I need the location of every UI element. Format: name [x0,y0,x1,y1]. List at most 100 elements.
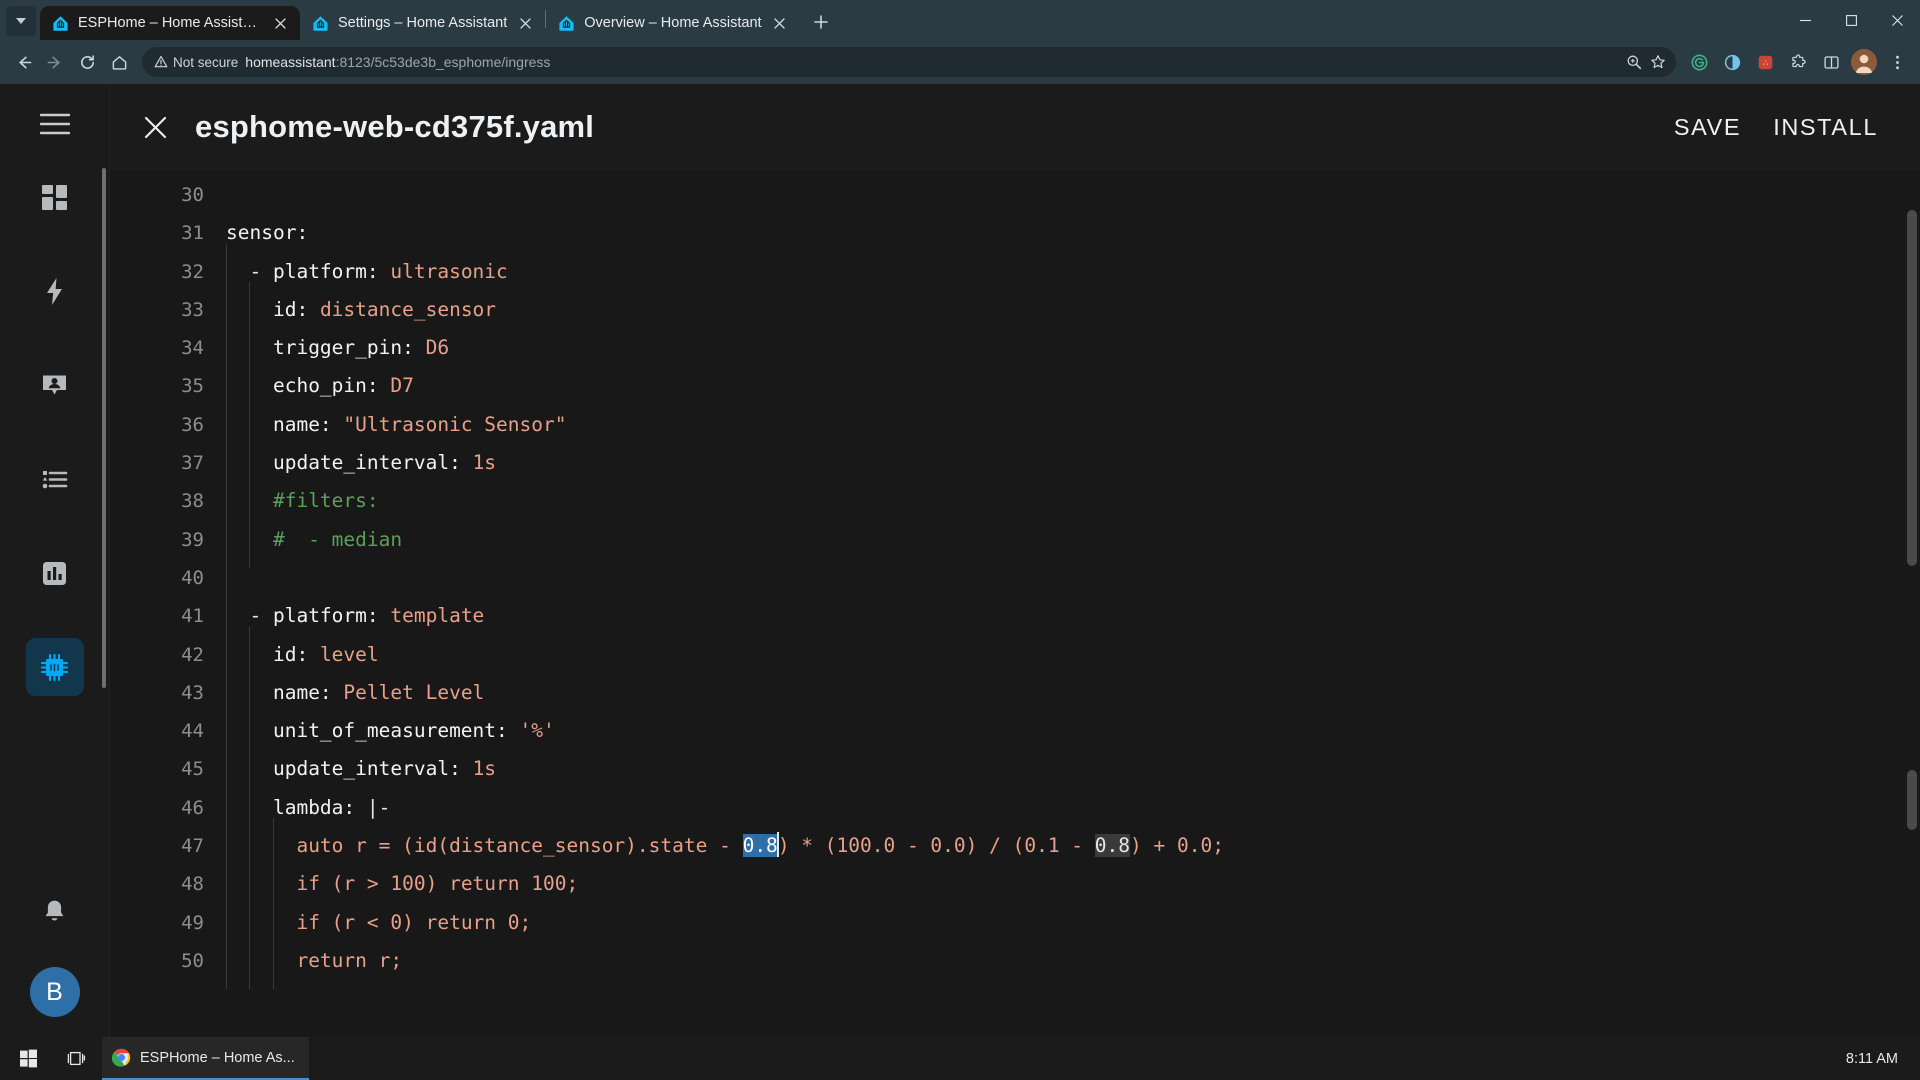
code-line[interactable]: 31 sensor: [110,214,1920,252]
sidebar-item-esphome[interactable] [25,638,84,696]
code-line[interactable]: 39 # - median [110,511,1920,569]
indent-guide [226,243,249,301]
tab-close-button[interactable] [270,13,290,33]
yaml-key-token: update_interval: [272,451,473,475]
indent-guide [249,664,272,722]
taskbar-item-chrome[interactable]: ESPHome – Home As... [102,1037,309,1080]
indent-guide [249,473,272,531]
code-line[interactable]: 36 name: "Ultrasonic Sensor" [110,396,1920,454]
forward-button[interactable] [40,47,70,77]
indent-guide [226,473,249,531]
indent-guide [249,396,272,454]
address-bar[interactable]: Not secure homeassistant:8123/5c53de3b_e… [142,47,1676,77]
line-number: 50 [181,949,204,972]
code-line[interactable]: 41 - platform: template [110,588,1920,645]
extensions-icon[interactable] [1783,47,1813,77]
code-line[interactable]: 46 lambda: |- [110,779,1920,837]
line-text: trigger_pin: D6 [226,320,1920,377]
indent-guide [272,894,296,952]
code-lines[interactable]: 30 31 sensor: 32 - platform: ultrasonic 33 i… [110,170,1920,990]
code-line[interactable]: 42 id: level [110,626,1920,684]
tab-search-button[interactable] [6,6,36,36]
line-text: if (r > 100) return 100; [226,856,1920,914]
line-text: if (r < 0) return 0; [226,894,1920,952]
home-button[interactable] [104,47,134,77]
home-assistant-icon [313,15,328,31]
code-line[interactable]: 37 update_interval: 1s [110,435,1920,492]
back-button[interactable] [8,47,38,77]
indent-guide [249,741,272,799]
code-line[interactable]: 32 - platform: ultrasonic [110,243,1920,301]
line-number: 42 [181,643,204,666]
sidebar-item-overview[interactable] [26,168,84,226]
browser-tab[interactable]: Settings – Home Assistant [300,6,545,40]
code-line[interactable]: 33 id: distance_sensor [110,281,1920,339]
browser-tab[interactable]: ESPHome – Home Assistant [40,6,300,40]
not-secure-indicator[interactable]: Not secure [154,55,238,70]
code-line[interactable]: 35 echo_pin: D7 [110,358,1920,416]
line-text: return r; [226,932,1920,990]
indent-guide [226,703,249,760]
code-line[interactable]: 47 auto r = (id(distance_sensor).state -… [110,817,1920,875]
code-line[interactable]: 50 return r; [110,932,1920,990]
code-line[interactable]: 30 [110,176,1920,214]
editor-scrollbar[interactable] [1907,210,1917,910]
save-button[interactable]: SAVE [1658,104,1757,151]
close-editor-button[interactable] [132,104,178,150]
sidebar-bottom: B [0,883,109,1017]
new-tab-button[interactable] [806,7,836,37]
indent-guide [226,549,249,607]
user-avatar[interactable]: B [29,967,80,1017]
reload-button[interactable] [72,47,102,77]
star-icon[interactable] [1650,54,1666,70]
split-screen-icon[interactable] [1816,47,1846,77]
code-editor[interactable]: 30 31 sensor: 32 - platform: ultrasonic 33 i… [110,170,1920,1037]
zoom-in-icon[interactable] [1626,54,1642,70]
dark-reader-icon[interactable] [1717,47,1747,77]
sidebar-scrollbar[interactable] [101,156,107,776]
tab-title: Settings – Home Assistant [338,15,508,31]
bell-icon [45,900,64,920]
code-line[interactable]: 40 [110,549,1920,607]
sidebar-item-logbook[interactable] [26,450,84,508]
lastpass-icon[interactable]: ∴ [1750,47,1780,77]
more-menu-icon[interactable] [1882,47,1912,77]
browser-tab[interactable]: Overview – Home Assistant [546,6,799,40]
code-line[interactable]: 38 #filters: [110,473,1920,531]
hamburger-menu-icon[interactable] [29,98,81,150]
chart-box-icon [43,561,66,585]
indent-guide [249,626,272,684]
comment-token: # - median [272,527,403,551]
line-number: 36 [181,413,204,436]
url-text: homeassistant:8123/5c53de3b_esphome/ingr… [245,54,1619,70]
code-line[interactable]: 49 if (r < 0) return 0; [110,894,1920,952]
code-line[interactable]: 45 update_interval: 1s [110,741,1920,799]
task-view-icon[interactable] [54,1037,98,1080]
indent-guide [226,932,249,990]
code-line[interactable]: 44 unit_of_measurement: '%' [110,703,1920,760]
code-line[interactable]: 43 name: Pellet Level [110,664,1920,722]
comment-token: #filters: [272,489,379,513]
indent-guide [226,856,249,914]
close-window-button[interactable] [1874,0,1920,40]
sidebar-item-history[interactable] [26,544,84,602]
sidebar-item-map[interactable] [26,356,84,414]
editor-scroll-thumb-secondary[interactable] [1907,770,1917,830]
grammarly-icon[interactable] [1684,47,1714,77]
code-line[interactable]: 34 trigger_pin: D6 [110,320,1920,377]
yaml-value-token: auto r = (id(distance_sensor).state - [296,834,743,858]
sidebar-item-notifications[interactable] [26,883,84,941]
tab-close-button[interactable] [515,13,535,33]
page-content: B esphome-web-cd375f.yaml SAVE INSTALL 3… [0,84,1920,1037]
editor-scroll-thumb[interactable] [1907,210,1917,566]
windows-start-icon[interactable] [6,1037,50,1080]
code-line[interactable]: 48 if (r > 100) return 100; [110,856,1920,914]
tab-close-button[interactable] [770,13,790,33]
install-button[interactable]: INSTALL [1757,104,1894,151]
maximize-button[interactable] [1828,0,1874,40]
sidebar-item-energy[interactable] [26,262,84,320]
minimize-button[interactable] [1782,0,1828,40]
profile-avatar[interactable] [1849,47,1879,77]
sidebar-scroll-thumb[interactable] [102,168,106,688]
line-number: 48 [181,873,204,896]
